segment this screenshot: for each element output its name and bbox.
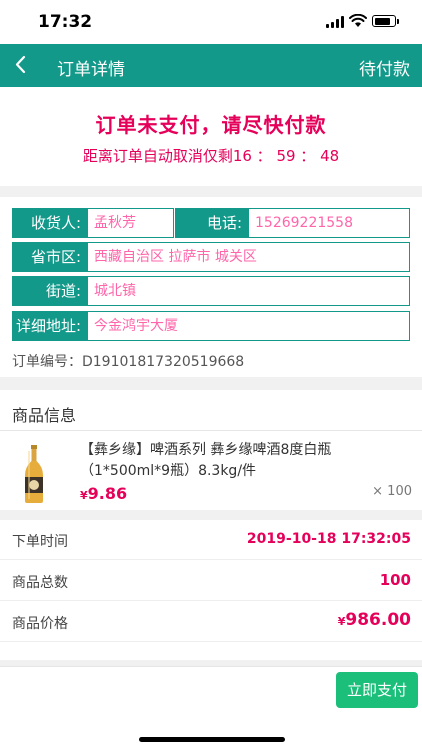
region-value: 西藏自治区 拉萨市 城关区 xyxy=(87,242,410,272)
detail-address-value: 今金鸿宇大厦 xyxy=(87,311,410,341)
goods-price-value: 9.86 xyxy=(87,484,128,503)
street-value: 城北镇 xyxy=(87,276,410,306)
divider xyxy=(0,430,422,431)
pay-now-button[interactable]: 立即支付 xyxy=(336,672,418,708)
phone-value: 15269221558 xyxy=(248,208,410,238)
order-number: 订单编号：D19101817320519668 xyxy=(12,354,245,370)
order-time-value: 2019-10-18 17:32:05 xyxy=(246,531,411,547)
back-button[interactable] xyxy=(8,50,38,80)
total-price-label: 商品价格 xyxy=(12,616,68,632)
goods-quantity: × 100 xyxy=(372,484,412,499)
phone-label: 电话: xyxy=(175,208,248,238)
beer-bottle-image xyxy=(25,445,43,503)
countdown-text: 距离订单自动取消仅剩16 ： 59 ： 48 xyxy=(82,147,340,165)
goods-name: 【彝乡缘】啤酒系列 彝乡缘啤酒8度白瓶（1*500ml*9瓶）8.3kg/件 xyxy=(80,442,332,479)
section-gap xyxy=(0,510,422,520)
receiver-label: 收货人: xyxy=(12,208,87,238)
currency-symbol: ¥ xyxy=(80,489,88,502)
detail-address-label: 详细地址: xyxy=(12,311,87,341)
goods-header: 商品信息 xyxy=(12,406,77,425)
receiver-value: 孟秋芳 xyxy=(87,208,174,238)
order-time-row: 下单时间 2019-10-18 17:32:05 xyxy=(0,520,422,560)
section-gap xyxy=(0,186,422,197)
total-price-row: 商品价格 ¥986.00 xyxy=(0,602,422,642)
goods-section: 商品信息 【彝乡缘】啤酒系列 彝乡缘啤酒8度白瓶（1*500ml*9瓶）8.3k… xyxy=(0,390,422,510)
page-title: 订单详情 xyxy=(57,60,125,80)
payment-notice: 订单未支付，请尽快付款 距离订单自动取消仅剩16 ： 59 ： 48 xyxy=(0,87,422,186)
address-section: 收货人: 孟秋芳 电话: 15269221558 省市区: 西藏自治区 拉萨市 … xyxy=(0,197,422,377)
section-gap xyxy=(0,377,422,390)
order-status: 待付款 xyxy=(359,60,410,80)
total-count-value: 100 xyxy=(379,571,411,589)
total-count-label: 商品总数 xyxy=(12,575,68,591)
bottom-action-bar: 立即支付 xyxy=(0,666,422,750)
status-bar: 17:32 xyxy=(0,0,422,44)
order-summary: 下单时间 2019-10-18 17:32:05 商品总数 100 商品价格 ¥… xyxy=(0,520,422,660)
total-price-amount: 986.00 xyxy=(345,610,411,630)
signal-icon xyxy=(326,16,344,28)
order-time-label: 下单时间 xyxy=(12,534,68,550)
wifi-icon xyxy=(349,14,367,27)
total-count-row: 商品总数 100 xyxy=(0,561,422,601)
notice-title: 订单未支付，请尽快付款 xyxy=(95,113,327,137)
street-label: 街道: xyxy=(12,276,87,306)
region-label: 省市区: xyxy=(12,242,87,272)
home-indicator xyxy=(139,737,285,742)
chevron-left-icon xyxy=(15,55,26,74)
status-time: 17:32 xyxy=(38,12,93,32)
goods-price: ¥9.86 xyxy=(80,484,127,503)
battery-icon xyxy=(372,15,396,27)
navigation-bar: 订单详情 待付款 xyxy=(0,44,422,87)
total-price-value: ¥986.00 xyxy=(338,610,411,630)
